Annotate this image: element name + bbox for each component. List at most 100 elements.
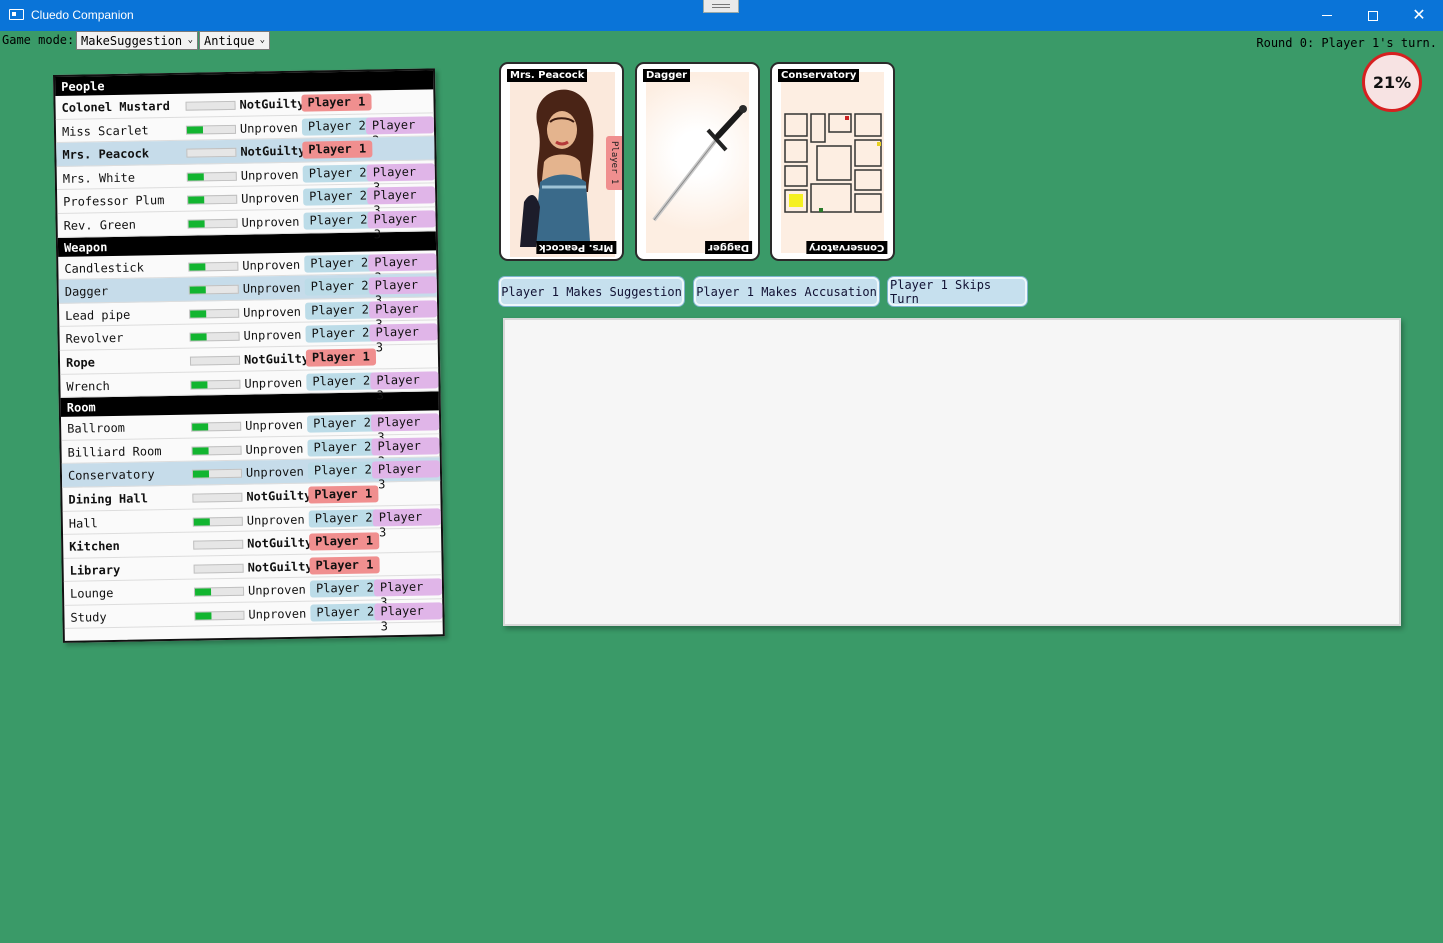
row-state: Unproven (247, 582, 306, 598)
row-name: Billiard Room (67, 443, 162, 460)
certainty-bar (193, 587, 245, 597)
certainty-bar (191, 421, 242, 432)
owner-chip-player-2[interactable]: Player 2 (304, 253, 375, 273)
certainty-bar (188, 284, 239, 295)
row-state: Unproven (246, 512, 305, 528)
maximize-icon (1368, 10, 1378, 21)
owner-chip-player-2[interactable]: Player 2 (302, 164, 373, 183)
certainty-bar-fill (195, 612, 212, 620)
owner-chip-player-3[interactable]: Player 3 (374, 602, 443, 633)
game-mode-select[interactable]: MakeSuggestion ⌄ (76, 31, 198, 50)
card-weapon[interactable]: Dagger Dagger (635, 62, 760, 261)
detective-notebook: People Colonel Mustard NotGuilty Player 1M… (53, 68, 445, 643)
row-state: NotGuilty (240, 143, 306, 159)
game-log-panel[interactable] (503, 318, 1401, 626)
certainty-bar-fill (187, 173, 204, 181)
row-name: Library (69, 562, 121, 578)
minimize-button[interactable] (1304, 0, 1350, 31)
row-name: Lounge (69, 586, 114, 602)
close-button[interactable]: ✕ (1396, 0, 1442, 31)
owner-chip-player-1[interactable]: Player 1 (302, 140, 373, 159)
skip-turn-button[interactable]: Player 1 Skips Turn (888, 277, 1027, 306)
owner-chip-player-2[interactable]: Player 2 (303, 211, 374, 230)
owner-chip-player-3[interactable]: Player 3 (368, 252, 437, 284)
people-list: Colonel Mustard NotGuilty Player 1 Miss Sca… (55, 89, 436, 241)
owner-chip-player-1[interactable]: Player 1 (305, 348, 376, 367)
row-state: Unproven (248, 606, 307, 622)
title-bar: Cluedo Companion ✕ (0, 0, 1443, 31)
owner-chip-player-1[interactable]: Player 1 (309, 556, 380, 575)
owner-chip-player-1[interactable]: Player 1 (301, 93, 372, 112)
certainty-bar (193, 539, 244, 550)
card-room[interactable]: Conservatory Conservatory (770, 62, 895, 261)
make-suggestion-button[interactable]: Player 1 Makes Suggestion (499, 277, 684, 306)
owner-chip-player-3[interactable]: Player 3 (369, 323, 438, 355)
owner-chip-player-2[interactable]: Player 2 (305, 324, 376, 343)
owner-chip-player-1[interactable]: Player 1 (308, 485, 379, 504)
maximize-button[interactable] (1350, 0, 1396, 31)
row-state: NotGuilty (247, 559, 313, 575)
theme-value: Antique (204, 34, 255, 48)
owner-chip-player-3[interactable]: Player 3 (371, 437, 440, 468)
owner-chip-player-2[interactable]: Player 2 (303, 187, 374, 207)
certainty-bar-fill (192, 470, 209, 478)
owner-chip-player-3[interactable]: Player 3 (372, 507, 441, 539)
floorplan-icon (784, 113, 882, 213)
row-name: Candlestick (64, 260, 144, 276)
window-title: Cluedo Companion (31, 8, 134, 22)
owner-chip-player-2[interactable]: Player 2 (310, 603, 381, 622)
row-name: Rev. Green (63, 217, 136, 233)
snap-grip-handle[interactable] (703, 0, 739, 13)
dagger-icon (652, 105, 747, 222)
owner-chip-player-1[interactable]: Player 1 (309, 532, 380, 551)
owner-chip-player-2[interactable]: Player 2 (305, 301, 376, 320)
make-accusation-button[interactable]: Player 1 Makes Accusation (694, 277, 879, 306)
owner-chip-player-3[interactable]: Player 3 (370, 370, 439, 402)
owner-chip-player-3[interactable]: Player 3 (367, 210, 436, 241)
row-state: Unproven (242, 280, 301, 296)
owner-chip-player-2[interactable]: Player 2 (304, 277, 375, 296)
owner-chip-player-3[interactable]: Player 3 (368, 276, 437, 308)
owner-chip-player-3[interactable]: Player 3 (366, 163, 435, 194)
owner-chip-player-2[interactable]: Player 2 (307, 438, 378, 457)
certainty-bar (189, 355, 241, 366)
certainty-bar (191, 445, 242, 456)
owner-chip-player-3[interactable]: Player 3 (368, 300, 438, 331)
row-name: Wrench (66, 378, 110, 394)
certainty-bar-fill (189, 262, 206, 271)
row-name: Study (70, 610, 107, 625)
certainty-bar (192, 516, 243, 527)
row-name: Professor Plum (63, 193, 165, 210)
owner-chip-player-2[interactable]: Player 2 (309, 579, 380, 598)
owner-chip-player-3[interactable]: Player 3 (370, 413, 440, 445)
card-title: Conservatory (778, 69, 860, 82)
certainty-bar-fill (188, 196, 205, 205)
owner-chip-player-3[interactable]: Player 3 (365, 115, 435, 147)
close-icon: ✕ (1412, 6, 1426, 24)
theme-select[interactable]: Antique ⌄ (199, 31, 270, 50)
row-name: Revolver (65, 331, 124, 347)
owner-chip-player-3[interactable]: Player 3 (371, 460, 441, 492)
row-state: Unproven (245, 441, 304, 457)
owner-chip-player-2[interactable]: Player 2 (301, 117, 372, 136)
weapon-list: CandlestickUnprovenPlayer 2Player 3Dagge… (58, 249, 439, 402)
row-state: Unproven (239, 120, 298, 136)
row-name: Conservatory (67, 467, 155, 484)
owner-chip-player-2[interactable]: Player 2 (306, 371, 377, 391)
card-suspect[interactable]: Mrs. Peacock Mrs. Peacock Player 1 (499, 62, 624, 261)
row-state: Unproven (240, 167, 299, 183)
certainty-bar (189, 308, 240, 319)
owner-chip-player-2[interactable]: Player 2 (308, 508, 379, 528)
certainty-bar-fill (192, 447, 209, 455)
card-title: Mrs. Peacock (507, 69, 588, 82)
owner-chip-player-2[interactable]: Player 2 (307, 461, 378, 480)
row-state: NotGuilty (243, 351, 310, 367)
owner-chip-player-3[interactable]: Player 3 (367, 186, 436, 218)
row-state: Unproven (241, 191, 300, 207)
owner-chip-player-2[interactable]: Player 2 (306, 414, 378, 433)
card-face (646, 72, 749, 253)
owner-chip-player-3[interactable]: Player 3 (373, 578, 443, 610)
game-mode-label: Game mode: (2, 33, 75, 47)
card-title-inverted: Dagger (704, 241, 752, 254)
row-name: Lead pipe (65, 307, 131, 323)
